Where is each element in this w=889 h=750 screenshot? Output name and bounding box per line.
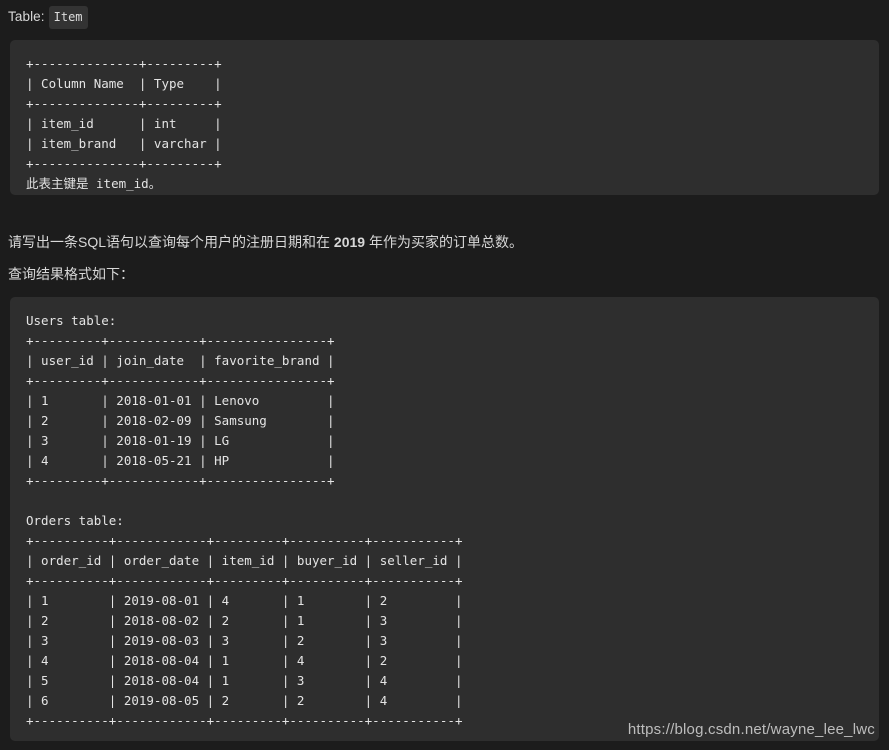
question-paragraph: 请写出一条SQL语句以查询每个用户的注册日期和在 2019 年作为买家的订单总数… [0, 195, 889, 253]
table-heading: Table: Item [0, 0, 889, 29]
format-note-paragraph: 查询结果格式如下： [8, 266, 134, 282]
question-year: 2019 [333, 234, 366, 250]
item-schema-text: +--------------+---------+ | Column Name… [26, 56, 222, 191]
question-suffix: 年作为买家的订单总数。 [365, 234, 523, 250]
inline-code-table-name: Item [48, 6, 88, 29]
sample-tables-text: Users table: +---------+------------+---… [26, 313, 463, 728]
table-heading-label: Table: [8, 9, 45, 24]
sample-tables-code-block: Users table: +---------+------------+---… [10, 297, 879, 741]
problem-page: Table: Item +--------------+---------+ | … [0, 0, 889, 750]
item-schema-code-block: +--------------+---------+ | Column Name… [10, 40, 879, 195]
question-prefix: 请写出一条SQL语句以查询每个用户的注册日期和在 [8, 234, 334, 250]
